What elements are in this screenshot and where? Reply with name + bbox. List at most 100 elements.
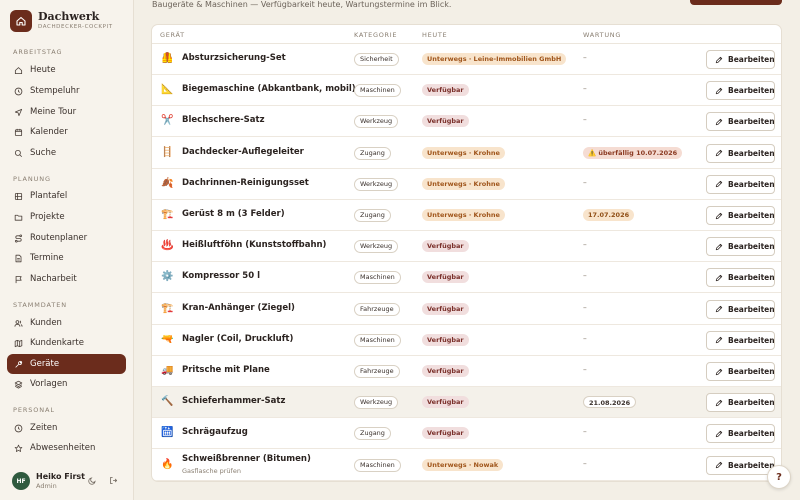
equipment-icon: 🔥 <box>161 458 174 470</box>
home-icon <box>14 66 23 74</box>
equipment-name: Dachrinnen-Reinigungsset <box>182 177 309 188</box>
table-row[interactable]: 🚚 Pritsche mit Plane Fahrzeuge Verfügbar – Be… <box>152 356 781 387</box>
equipment-icon: 🏗️ <box>161 302 174 314</box>
users-icon <box>14 319 23 327</box>
map-icon <box>14 339 23 347</box>
table-row[interactable]: ⚙️ Kompressor 50 l Maschinen Verfügbar – Bear… <box>152 262 781 294</box>
sidebar-item-suche[interactable]: Suche <box>7 143 126 163</box>
equipment-icon: ♨️ <box>161 240 174 252</box>
edit-button[interactable]: Bearbeiten <box>706 174 775 194</box>
edit-button[interactable]: Bearbeiten <box>706 268 775 288</box>
navigation-icon <box>14 108 23 116</box>
equipment-name: Heißluftföhn (Kunststoffbahn) <box>182 240 327 251</box>
table-row[interactable]: ✂️ Blechschere-Satz Werkzeug Verfügbar – Bear… <box>152 106 781 138</box>
calendar-icon <box>14 128 23 136</box>
edit-button[interactable]: Bearbeiten <box>706 424 775 444</box>
table-row[interactable]: 🍂 Dachrinnen-Reinigungsset Werkzeug Unterwe… <box>152 169 781 200</box>
moon-icon[interactable] <box>88 476 97 485</box>
pencil-icon <box>715 430 723 438</box>
edit-label: Bearbeiten <box>728 429 775 439</box>
maintenance-value: – <box>583 271 587 281</box>
equipment-name: Schweißbrenner (Bitumen) <box>182 453 311 464</box>
sidebar-item-heute[interactable]: Heute <box>7 60 126 80</box>
equipment-name: Blechschere-Satz <box>182 115 265 126</box>
status-badge: Verfügbar <box>422 427 469 440</box>
category-badge: Maschinen <box>354 458 401 472</box>
sidebar-item-nacharbeit[interactable]: Nacharbeit <box>7 269 126 289</box>
maintenance-value: – <box>583 302 587 312</box>
logout-icon[interactable] <box>109 476 118 485</box>
edit-button[interactable]: Bearbeiten <box>706 299 775 319</box>
edit-button[interactable]: Bearbeiten <box>706 330 775 350</box>
table-row[interactable]: 🔨 Schieferhammer-Satz Werkzeug Verfügbar 21.… <box>152 387 781 419</box>
equipment-table: GERÄT KATEGORIE HEUTE WARTUNG 🦺 Absturzsi… <box>151 24 782 482</box>
help-button[interactable]: ? <box>767 465 791 489</box>
clock-icon <box>14 87 23 95</box>
equipment-name: Kompressor 50 l <box>182 271 260 282</box>
sidebar-item-meine-tour[interactable]: Meine Tour <box>7 102 126 122</box>
equipment-name: Kran-Anhänger (Ziegel) <box>182 302 295 313</box>
edit-button[interactable]: Bearbeiten <box>706 81 775 101</box>
maintenance-value: – <box>583 115 587 125</box>
pencil-icon <box>715 337 723 344</box>
equipment-name: Gerüst 8 m (3 Felder) <box>182 209 285 219</box>
sidebar-item-zeiten[interactable]: Zeiten <box>7 418 126 438</box>
avatar[interactable]: HF <box>12 472 30 490</box>
edit-button[interactable]: Bearbeiten <box>706 393 775 413</box>
brand[interactable]: Dachwerk DACHDECKER-COCKPIT <box>10 10 113 32</box>
sidebar: Dachwerk DACHDECKER-COCKPIT ARBEITSTAG H… <box>0 0 134 500</box>
column-geraet: GERÄT <box>160 31 185 39</box>
pencil-icon <box>715 461 723 469</box>
pencil-icon <box>715 305 723 313</box>
edit-label: Bearbeiten <box>728 55 775 64</box>
status-badge: Verfügbar <box>422 84 469 97</box>
edit-button[interactable]: Bearbeiten <box>706 237 775 257</box>
equipment-note: Gasflasche prüfen <box>182 466 241 475</box>
primary-action-button[interactable] <box>690 0 782 5</box>
sidebar-item-geraete[interactable]: Geräte <box>7 354 126 374</box>
table-row[interactable]: 🏗️ Kran-Anhänger (Ziegel) Fahrzeuge Verfügb… <box>152 294 781 325</box>
edit-button[interactable]: Bearbeiten <box>706 50 775 69</box>
edit-button[interactable]: Bearbeiten <box>706 112 775 132</box>
status-badge: Unterwegs · Krohne <box>422 146 505 159</box>
sidebar-item-kunden[interactable]: Kunden <box>7 313 126 333</box>
edit-button[interactable]: Bearbeiten <box>706 362 775 381</box>
status-badge: Verfügbar <box>422 115 469 128</box>
sidebar-item-projekte[interactable]: Projekte <box>7 207 126 227</box>
status-badge: Unterwegs · Krohne <box>422 209 505 221</box>
equipment-name: Pritsche mit Plane <box>182 365 270 375</box>
layers-icon <box>14 380 23 389</box>
table-row[interactable]: 🪜 Dachdecker-Auflegeleiter Zugang Unterwegs… <box>152 138 781 169</box>
maintenance-value: – <box>583 84 587 94</box>
edit-button[interactable]: Bearbeiten <box>706 206 775 225</box>
sidebar-item-kalender[interactable]: Kalender <box>7 122 126 142</box>
table-row[interactable]: 📐 Biegemaschine (Abkantbank, mobil) Maschi… <box>152 75 781 107</box>
sidebar-item-vorlagen[interactable]: Vorlagen <box>7 374 126 394</box>
table-row[interactable]: 🦺 Absturzsicherung-Set Sicherheit Unterwegs… <box>152 44 781 75</box>
equipment-icon: ⚙️ <box>161 271 174 283</box>
edit-button[interactable]: Bearbeiten <box>706 455 775 475</box>
category-badge: Fahrzeuge <box>354 302 400 316</box>
table-row[interactable]: 🔫 Nagler (Coil, Druckluft) Maschinen Verfüg… <box>152 325 781 356</box>
table-row[interactable]: 🔥 Schweißbrenner (Bitumen) Gasflasche prüf… <box>152 450 781 481</box>
edit-button[interactable]: Bearbeiten <box>706 143 775 163</box>
maintenance-value: 17.07.2026 <box>583 209 635 221</box>
maintenance-value: 21.08.2026 <box>583 396 637 409</box>
edit-label: Bearbeiten <box>728 304 775 314</box>
sidebar-item-plantafel[interactable]: Plantafel <box>7 186 126 206</box>
grid-icon <box>14 192 23 200</box>
edit-label: Bearbeiten <box>728 398 775 408</box>
sidebar-item-kundenkarte[interactable]: Kundenkarte <box>7 333 126 353</box>
table-row[interactable]: 🏗️ Gerüst 8 m (3 Felder) Zugang Unterwegs ·… <box>152 200 781 231</box>
category-badge: Zugang <box>354 427 391 441</box>
equipment-name: Dachdecker-Auflegeleiter <box>182 146 304 157</box>
sidebar-item-abwesenheiten[interactable]: Abwesenheiten <box>7 438 126 458</box>
sidebar-item-termine[interactable]: Termine <box>7 248 126 268</box>
edit-label: Bearbeiten <box>728 148 775 158</box>
document-icon <box>15 254 22 262</box>
sidebar-item-routenplaner[interactable]: Routenplaner <box>7 228 126 248</box>
table-row[interactable]: 🛗 Schrägaufzug Zugang Verfügbar – Bearbeiten <box>152 418 781 450</box>
sidebar-item-stempeluhr[interactable]: Stempeluhr <box>7 81 126 101</box>
pencil-icon <box>715 399 723 406</box>
table-row[interactable]: ♨️ Heißluftföhn (Kunststoffbahn) Werkzeug V… <box>152 231 781 263</box>
